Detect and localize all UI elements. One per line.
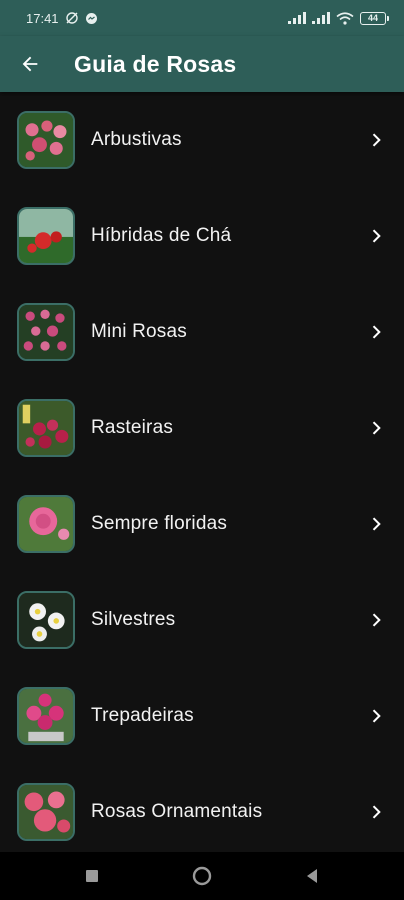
status-time: 17:41 — [26, 10, 59, 26]
list-item-label: Híbridas de Chá — [91, 225, 232, 246]
home-button[interactable] — [182, 856, 222, 896]
battery-icon: 44 — [360, 11, 389, 25]
signal-2-icon — [312, 12, 330, 24]
status-left: 17:41 — [26, 11, 98, 26]
status-right: 44 — [288, 11, 389, 25]
rose-thumbnail — [17, 783, 75, 841]
arrow-left-icon — [22, 56, 38, 72]
signal-icon — [288, 12, 306, 24]
list-item-label: Arbustivas — [91, 129, 182, 150]
list-item-sempre-floridas[interactable]: Sempre floridas — [0, 476, 404, 572]
app-bar: Guia de Rosas — [0, 36, 404, 92]
list-item-label: Mini Rosas — [91, 321, 187, 342]
rose-thumbnail — [17, 495, 75, 553]
status-bar: 17:41 44 — [0, 0, 404, 36]
rose-thumbnail — [17, 687, 75, 745]
list-item-trepadeiras[interactable]: Trepadeiras — [0, 668, 404, 764]
messenger-icon — [85, 12, 98, 25]
battery-level: 44 — [367, 13, 378, 23]
circle-icon — [192, 866, 212, 886]
list-item-rasteiras[interactable]: Rasteiras — [0, 380, 404, 476]
rose-thumbnail — [17, 303, 75, 361]
system-back-button[interactable] — [292, 856, 332, 896]
list-item-label: Rasteiras — [91, 417, 174, 438]
chevron-right-icon — [364, 320, 388, 344]
back-button[interactable] — [0, 36, 60, 92]
rose-thumbnail — [17, 591, 75, 649]
rose-thumbnail — [17, 399, 75, 457]
list-item-silvestres[interactable]: Silvestres — [0, 572, 404, 668]
chevron-right-icon — [364, 416, 388, 440]
chevron-right-icon — [364, 800, 388, 824]
list-item-label: Trepadeiras — [91, 705, 194, 726]
chevron-right-icon — [364, 128, 388, 152]
list-item-label: Rosas Ornamentais — [91, 801, 263, 822]
chevron-right-icon — [364, 512, 388, 536]
chevron-right-icon — [364, 224, 388, 248]
square-icon — [86, 870, 98, 882]
list-item-label: Sempre floridas — [91, 513, 228, 534]
list-item-mini-rosas[interactable]: Mini Rosas — [0, 284, 404, 380]
list-item-label: Silvestres — [91, 609, 176, 630]
vpn-key-icon — [65, 11, 79, 25]
chevron-right-icon — [364, 704, 388, 728]
chevron-right-icon — [364, 608, 388, 632]
rose-thumbnail — [17, 207, 75, 265]
list-item-arbustivas[interactable]: Arbustivas — [0, 92, 404, 188]
list-item-hibridas-de-cha[interactable]: Híbridas de Chá — [0, 188, 404, 284]
list-item-rosas-ornamentais[interactable]: Rosas Ornamentais — [0, 764, 404, 860]
triangle-back-icon — [307, 869, 317, 883]
recents-button[interactable] — [72, 856, 112, 896]
rose-thumbnail — [17, 111, 75, 169]
system-nav-bar — [0, 852, 404, 900]
category-list: Arbustivas Híbridas de Chá Mini Rosas Ra… — [0, 92, 404, 860]
page-title: Guia de Rosas — [74, 50, 237, 77]
wifi-icon — [336, 11, 354, 25]
